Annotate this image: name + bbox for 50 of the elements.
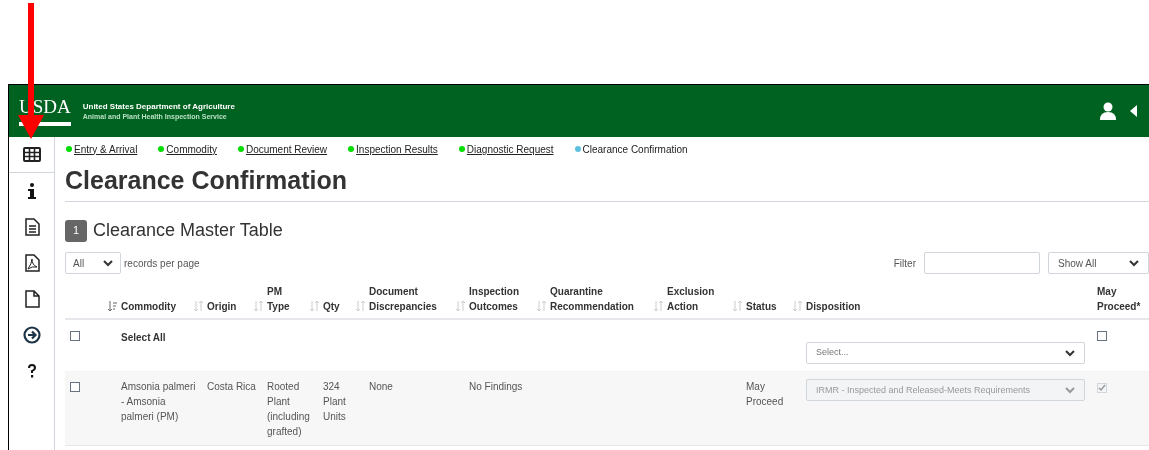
show-select[interactable]: Show All xyxy=(1048,252,1149,274)
table-cell: Costa Rica xyxy=(207,381,256,392)
file-icon[interactable] xyxy=(22,290,41,308)
caret-icon xyxy=(1065,349,1075,357)
arrow-circle-icon[interactable] xyxy=(22,326,41,344)
column-header[interactable]: Qty xyxy=(323,299,340,314)
caret-icon xyxy=(1129,259,1139,267)
disposition-select[interactable]: Select... xyxy=(806,342,1085,364)
table-cell: Amsonia palmeri - Amsonia palmeri (PM) xyxy=(121,381,196,422)
column-header[interactable]: Quarantine Recommendation xyxy=(550,284,651,314)
table-icon[interactable] xyxy=(22,145,41,164)
filter-label: Filter xyxy=(893,256,916,271)
disposition-select: IRMR - Inspected and Released-Meets Requirements xyxy=(806,379,1085,401)
column-header[interactable]: Exclusion Action xyxy=(667,284,730,314)
step-link[interactable]: Clearance Confirmation xyxy=(582,141,688,157)
column-header[interactable]: Origin xyxy=(207,299,237,314)
column-header: May Proceed* xyxy=(1097,285,1142,314)
document-icon[interactable] xyxy=(22,218,41,236)
records-label: records per page xyxy=(124,256,200,271)
column-header[interactable]: Commodity xyxy=(121,299,176,314)
section-number: 1 xyxy=(65,219,87,242)
column-header[interactable]: PM Type xyxy=(267,284,307,314)
checkbox[interactable] xyxy=(70,331,80,341)
table-cell: Rooted Plant (including grafted) xyxy=(267,381,310,437)
select-all-label: Select All xyxy=(121,332,166,343)
step-link[interactable]: Diagnostic Request xyxy=(466,141,554,157)
section-title: Clearance Master Table xyxy=(93,219,283,242)
agency-name: United States Department of Agriculture xyxy=(82,101,235,112)
table-cell: May Proceed xyxy=(746,381,784,407)
page-title: Clearance Confirmation xyxy=(65,165,348,195)
caret-icon xyxy=(103,259,113,267)
caret-icon xyxy=(1065,386,1075,394)
collapse-icon[interactable] xyxy=(1130,105,1137,117)
table-cell: None xyxy=(369,381,393,392)
column-header[interactable]: Inspection Outcomes xyxy=(469,284,534,314)
column-header: Disposition xyxy=(806,300,861,314)
records-select[interactable]: All xyxy=(65,252,121,274)
step-link[interactable]: Document Review xyxy=(245,141,328,157)
column-header[interactable]: Status xyxy=(746,299,777,314)
filter-field[interactable] xyxy=(924,252,1040,274)
step-link[interactable]: Entry & Arrival xyxy=(74,141,138,157)
step-link[interactable]: Commodity xyxy=(166,141,217,157)
table-cell: No Findings xyxy=(469,381,523,392)
column-header[interactable]: Document Discrepancies xyxy=(369,284,453,314)
user-icon[interactable] xyxy=(1100,102,1116,120)
checkbox[interactable] xyxy=(1097,331,1107,341)
pdf-icon[interactable] xyxy=(22,254,41,272)
table-cell: 324 Plant Units xyxy=(323,381,346,422)
step-link[interactable]: Inspection Results xyxy=(356,141,438,157)
sort-icon[interactable] xyxy=(108,301,117,312)
